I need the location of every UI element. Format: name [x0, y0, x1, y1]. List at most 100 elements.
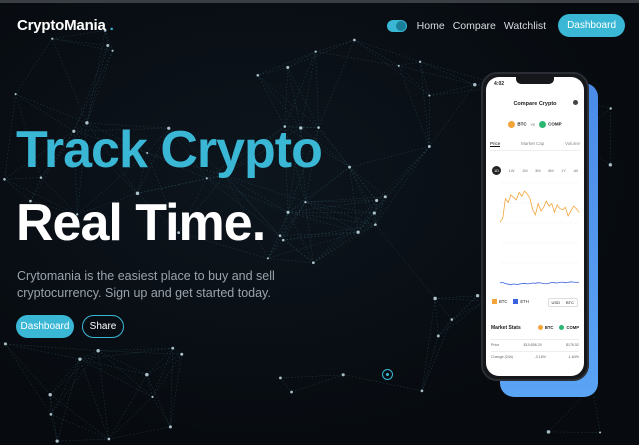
network-edge — [279, 235, 314, 263]
stats-row-b: -1.84% — [567, 355, 579, 359]
network-node — [55, 439, 59, 443]
network-edge — [349, 166, 375, 214]
network-edge — [374, 213, 376, 225]
series-line-btc — [499, 190, 580, 223]
network-edge — [287, 51, 316, 68]
series-line-eth — [499, 281, 580, 286]
network-edge — [354, 39, 399, 67]
network-edge — [305, 201, 359, 233]
network-edge — [288, 212, 375, 214]
network-node — [49, 413, 53, 416]
dashboard-button[interactable]: Dashboard — [16, 315, 74, 338]
nav-watchlist[interactable]: Watchlist — [504, 20, 546, 32]
network-edge — [15, 38, 53, 95]
network-edge — [592, 387, 601, 433]
range-6m[interactable]: 6M — [548, 168, 554, 173]
network-edge — [357, 200, 377, 233]
share-button[interactable]: Share — [82, 315, 124, 338]
network-node — [266, 257, 269, 260]
phone-time: 4:02 — [494, 81, 505, 87]
location-node-icon — [382, 369, 393, 380]
stats-row: Change (24h) -3.16% -1.84% — [491, 351, 579, 359]
currency-btc[interactable]: BTC — [563, 299, 577, 306]
brand-logo[interactable]: CryptoMania . — [17, 17, 114, 34]
network-node — [51, 37, 54, 40]
network-node — [383, 195, 387, 199]
network-node — [372, 211, 376, 215]
network-edge — [5, 343, 99, 351]
legend-eth[interactable]: ETH — [513, 299, 529, 305]
network-node — [96, 349, 100, 353]
coin1-select[interactable]: BTC — [508, 121, 527, 128]
stats-coin-btc: BTC — [537, 325, 553, 331]
tab-volume[interactable]: Volume — [565, 141, 580, 147]
coin2-select[interactable]: COMP — [539, 121, 562, 128]
range-1w[interactable]: 1W — [508, 168, 514, 173]
theme-toggle[interactable] — [386, 19, 407, 32]
phone-menu-icon[interactable] — [573, 100, 578, 105]
network-node — [348, 165, 351, 169]
range-all[interactable]: All — [574, 168, 578, 173]
network-node — [374, 223, 377, 227]
network-node — [171, 346, 175, 350]
network-node — [107, 437, 111, 441]
range-1y[interactable]: 1Y — [561, 168, 566, 173]
legend-btc[interactable]: BTC — [492, 299, 507, 305]
network-edge — [451, 300, 486, 320]
nav-compare[interactable]: Compare — [453, 20, 496, 32]
network-edge — [146, 374, 153, 397]
network-node — [48, 392, 52, 397]
toggle-icon — [395, 20, 406, 31]
network-node — [599, 431, 602, 434]
network-edge — [5, 343, 51, 395]
network-edge — [5, 343, 80, 360]
range-1m[interactable]: 1M — [522, 168, 528, 173]
network-edge — [49, 394, 58, 442]
network-edge — [98, 350, 147, 375]
tab-market-cap[interactable]: Market Cap — [521, 141, 544, 147]
network-edge — [137, 178, 207, 194]
network-edge — [305, 196, 386, 203]
network-node — [106, 43, 110, 48]
network-edge — [284, 51, 316, 127]
network-edge — [56, 359, 81, 442]
price-chart — [499, 182, 580, 286]
network-edge — [50, 359, 81, 395]
network-edge — [97, 350, 153, 398]
nav-dashboard-button[interactable]: Dashboard — [558, 14, 625, 37]
network-node — [609, 107, 612, 110]
network-edge — [267, 258, 314, 263]
tab-price[interactable]: Price — [490, 141, 501, 147]
network-edge — [108, 374, 148, 440]
range-3m[interactable]: 3M — [535, 168, 541, 173]
nav-home[interactable]: Home — [417, 20, 445, 32]
network-edge — [305, 201, 375, 214]
chart-legend: BTC ETH — [492, 299, 529, 305]
currency-usd[interactable]: USD — [549, 299, 563, 306]
network-edge — [283, 231, 359, 241]
network-edge — [280, 377, 292, 393]
network-edge — [421, 335, 439, 391]
network-edge — [257, 67, 288, 76]
network-edge — [108, 426, 171, 440]
comp-coin-icon — [539, 121, 547, 128]
network-edge — [52, 38, 108, 46]
network-edge — [376, 146, 430, 201]
network-edge — [357, 212, 375, 233]
network-node — [180, 352, 184, 356]
network-edge — [86, 45, 109, 123]
network-node — [397, 64, 400, 67]
network-edge — [438, 295, 478, 337]
network-node — [341, 373, 345, 377]
brand-name: CryptoMania — [17, 17, 106, 34]
vs-label: vs — [530, 122, 536, 127]
network-edge — [86, 50, 113, 123]
range-1d[interactable]: 1D — [492, 166, 501, 175]
stats-row-b: $176.52 — [565, 343, 579, 347]
network-edge — [50, 359, 81, 415]
network-node — [304, 200, 307, 204]
hero-title-line2: Real Time. — [16, 194, 266, 252]
network-node — [433, 296, 437, 301]
network-edge — [280, 374, 344, 379]
top-nav: Home Compare Watchlist Dashboard — [386, 14, 625, 37]
